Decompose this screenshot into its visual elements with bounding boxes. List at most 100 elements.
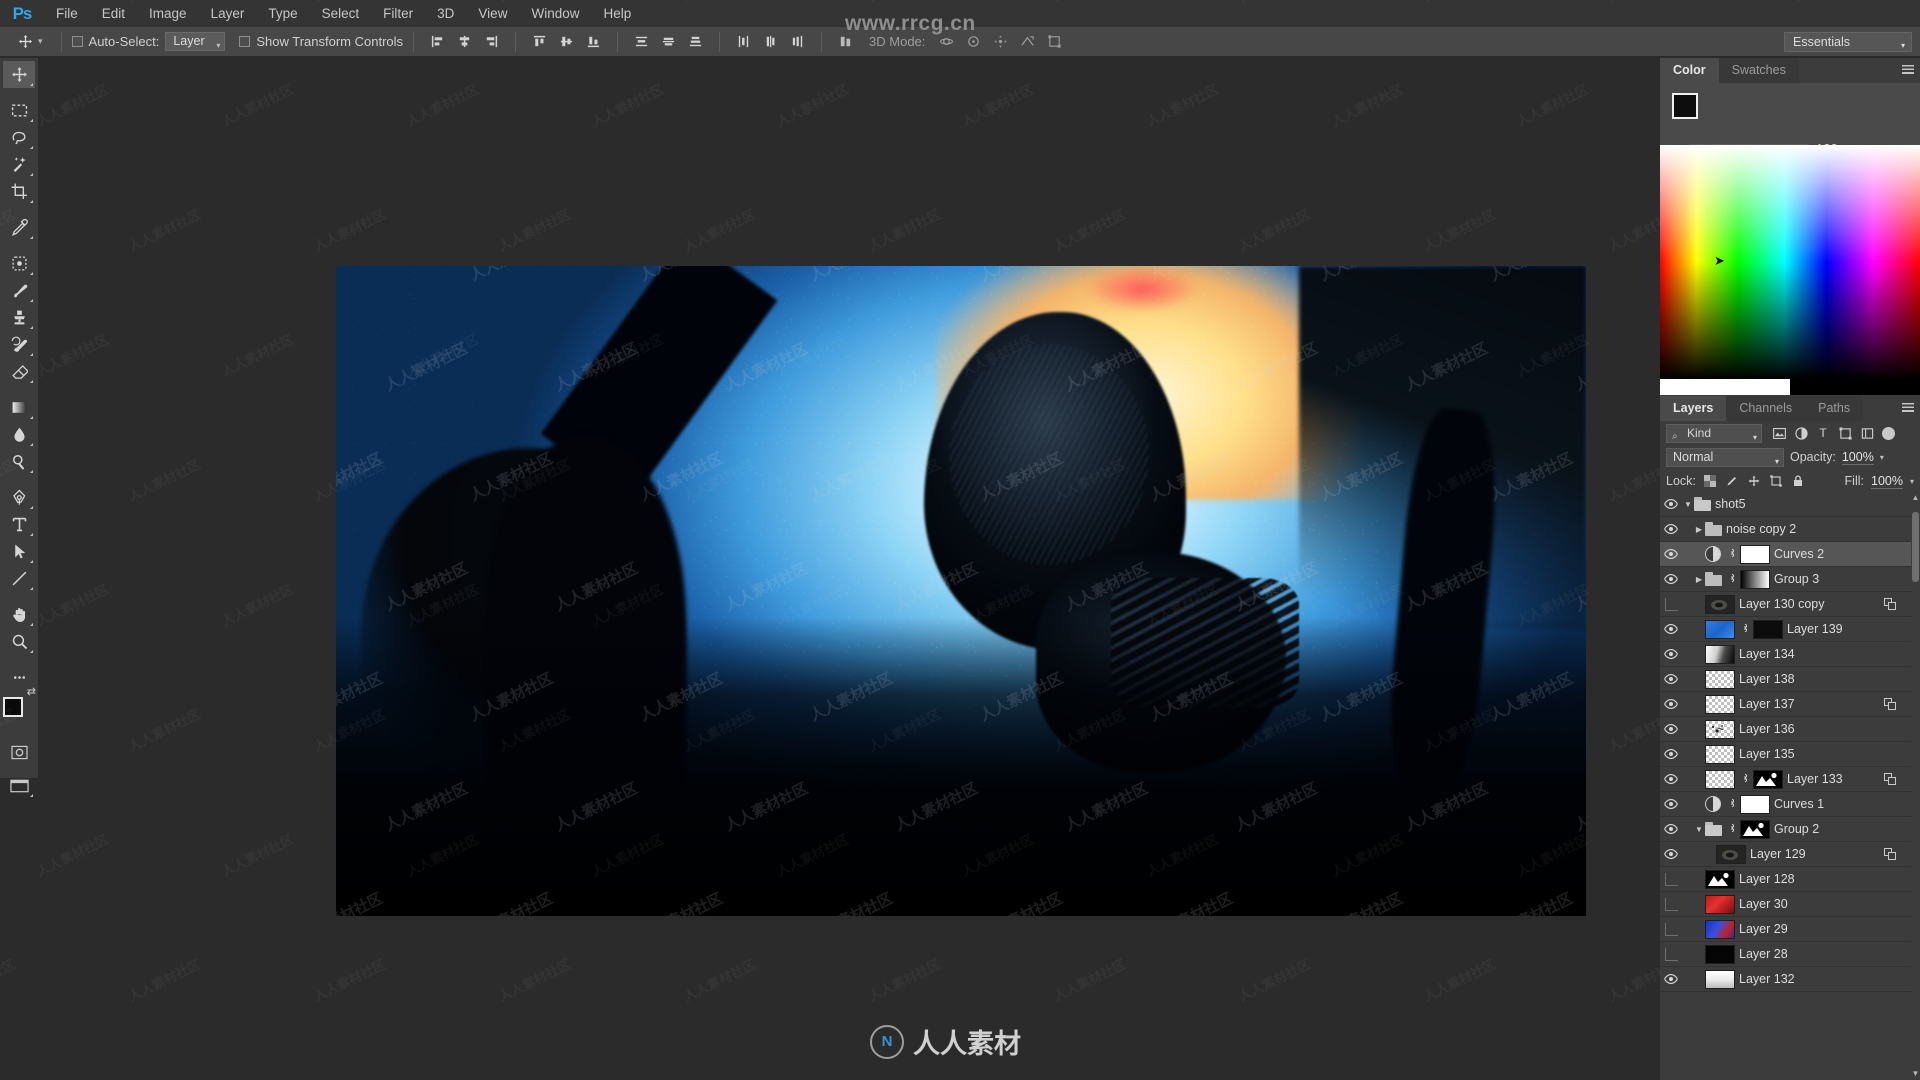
adjustment-layer-icon[interactable] bbox=[1705, 546, 1721, 562]
layer-filter-kind-dropdown[interactable]: ⌕ Kind ▾ bbox=[1666, 423, 1762, 443]
align-bottom-edges-button[interactable] bbox=[583, 31, 604, 52]
color-ramp[interactable]: ➤ bbox=[1660, 145, 1920, 395]
layer-visibility-eye-icon[interactable] bbox=[1660, 817, 1682, 842]
layer-mask-thumbnail[interactable] bbox=[1740, 794, 1770, 814]
menu-item-help[interactable]: Help bbox=[591, 0, 643, 27]
tab-color[interactable]: Color bbox=[1660, 58, 1719, 83]
align-vertical-centers-button[interactable] bbox=[556, 31, 577, 52]
layer-list[interactable]: ▼ shot5 ▶ noise copy 2 Curves 2 ▶ Group 3 Layer… bbox=[1660, 492, 1920, 1080]
layer-name[interactable]: Layer 138 bbox=[1739, 672, 1920, 686]
layer-row[interactable]: Curves 1 bbox=[1660, 792, 1920, 817]
folder-closed-icon[interactable] bbox=[1705, 522, 1722, 536]
layer-name[interactable]: Layer 28 bbox=[1739, 947, 1920, 961]
layer-name[interactable]: Group 3 bbox=[1774, 572, 1920, 586]
eyedropper-tool-icon[interactable] bbox=[3, 214, 35, 241]
layer-row[interactable]: Layer 128 bbox=[1660, 867, 1920, 892]
quick-mask-mode-button[interactable] bbox=[3, 739, 35, 766]
layer-row[interactable]: Layer 135 bbox=[1660, 742, 1920, 767]
tab-swatches[interactable]: Swatches bbox=[1718, 58, 1799, 83]
distribute-bottom-edges-button[interactable] bbox=[685, 31, 706, 52]
layer-visibility-eye-icon[interactable] bbox=[1660, 842, 1682, 867]
mask-link-icon[interactable] bbox=[1726, 797, 1737, 812]
color-panel-menu-icon[interactable] bbox=[1902, 65, 1914, 76]
distribute-right-edges-button[interactable] bbox=[787, 31, 808, 52]
three-d-slide-icon[interactable] bbox=[1017, 31, 1038, 52]
fill-value[interactable]: 100% bbox=[1871, 474, 1903, 489]
layers-panel-menu-icon[interactable] bbox=[1902, 403, 1914, 414]
menu-item-image[interactable]: Image bbox=[137, 0, 199, 27]
workspace-switcher[interactable]: Essentials ▾ bbox=[1784, 32, 1912, 52]
layer-name[interactable]: Layer 29 bbox=[1739, 922, 1920, 936]
color-panel-foreground-swatch[interactable] bbox=[1672, 93, 1698, 119]
group-expanded-chevron-icon[interactable]: ▼ bbox=[1693, 825, 1705, 834]
distribute-left-edges-button[interactable] bbox=[733, 31, 754, 52]
layer-thumbnail[interactable] bbox=[1705, 594, 1735, 614]
align-left-edges-button[interactable] bbox=[427, 31, 448, 52]
layer-row[interactable]: Layer 134 bbox=[1660, 642, 1920, 667]
layer-row[interactable]: ▶ noise copy 2 bbox=[1660, 517, 1920, 542]
menu-item-view[interactable]: View bbox=[466, 0, 519, 27]
layer-thumbnail[interactable] bbox=[1705, 644, 1735, 664]
hand-tool-icon[interactable] bbox=[3, 601, 35, 628]
layer-row[interactable]: Layer 139 bbox=[1660, 617, 1920, 642]
opacity-chevron-icon[interactable]: ▾ bbox=[1880, 453, 1884, 462]
tab-channels[interactable]: Channels bbox=[1726, 396, 1806, 421]
filter-adjustment-layers-icon[interactable] bbox=[1790, 423, 1812, 443]
filter-type-layers-icon[interactable]: T bbox=[1812, 423, 1834, 443]
lock-image-pixels-icon[interactable] bbox=[1725, 474, 1740, 489]
layer-visibility-eye-icon[interactable] bbox=[1660, 492, 1682, 517]
layer-thumbnail[interactable] bbox=[1705, 919, 1735, 939]
layer-row[interactable]: ▶ Group 3 bbox=[1660, 567, 1920, 592]
opacity-value[interactable]: 100% bbox=[1841, 450, 1874, 465]
layer-row[interactable]: Layer 29 bbox=[1660, 917, 1920, 942]
layer-thumbnail[interactable] bbox=[1716, 844, 1746, 864]
pen-tool-icon[interactable] bbox=[3, 484, 35, 511]
layer-row[interactable]: Layer 132 bbox=[1660, 967, 1920, 992]
layer-mask-thumbnail[interactable] bbox=[1740, 819, 1770, 839]
fill-chevron-icon[interactable]: ▾ bbox=[1910, 477, 1914, 486]
distribute-vertical-centers-button[interactable] bbox=[658, 31, 679, 52]
blend-mode-dropdown[interactable]: Normal ▾ bbox=[1666, 447, 1784, 467]
group-expanded-chevron-icon[interactable]: ▼ bbox=[1682, 500, 1694, 509]
layer-name[interactable]: Layer 30 bbox=[1739, 897, 1920, 911]
align-top-edges-button[interactable] bbox=[529, 31, 550, 52]
layer-visibility-eye-icon[interactable] bbox=[1660, 617, 1682, 642]
tab-layers[interactable]: Layers bbox=[1660, 396, 1727, 421]
lasso-tool-icon[interactable] bbox=[3, 124, 35, 151]
align-horizontal-centers-button[interactable] bbox=[454, 31, 475, 52]
ramp-black-swatch[interactable] bbox=[1790, 379, 1920, 395]
mask-link-icon[interactable] bbox=[1726, 547, 1737, 562]
lock-all-icon[interactable] bbox=[1791, 474, 1806, 489]
layer-visibility-off-icon[interactable] bbox=[1660, 867, 1682, 892]
layer-mask-thumbnail[interactable] bbox=[1740, 569, 1770, 589]
menu-item-filter[interactable]: Filter bbox=[371, 0, 425, 27]
layer-row[interactable]: Layer 28 bbox=[1660, 942, 1920, 967]
layer-visibility-eye-icon[interactable] bbox=[1660, 542, 1682, 567]
menu-item-edit[interactable]: Edit bbox=[90, 0, 137, 27]
color-spectrum[interactable] bbox=[1660, 145, 1920, 379]
spot-healing-brush-tool-icon[interactable] bbox=[3, 250, 35, 277]
folder-closed-icon[interactable] bbox=[1705, 572, 1722, 586]
align-right-edges-button[interactable] bbox=[481, 31, 502, 52]
foreground-background-color[interactable]: ⇄ bbox=[2, 686, 36, 729]
mask-link-icon[interactable] bbox=[1739, 772, 1750, 787]
layer-row[interactable]: ▼ shot5 bbox=[1660, 492, 1920, 517]
brush-tool-icon[interactable] bbox=[3, 277, 35, 304]
color-ramp-footer[interactable] bbox=[1660, 379, 1920, 395]
layer-thumbnail[interactable] bbox=[1705, 669, 1735, 689]
filter-enable-toggle[interactable] bbox=[1882, 426, 1895, 440]
layer-name[interactable]: Group 2 bbox=[1774, 822, 1920, 836]
layer-name[interactable]: Curves 1 bbox=[1774, 797, 1920, 811]
mask-link-icon[interactable] bbox=[1726, 822, 1737, 837]
ramp-white-swatch[interactable] bbox=[1660, 379, 1790, 395]
layer-name[interactable]: shot5 bbox=[1715, 497, 1920, 511]
blur-tool-icon[interactable] bbox=[3, 421, 35, 448]
layer-mask-thumbnail[interactable] bbox=[1740, 544, 1770, 564]
layer-thumbnail[interactable] bbox=[1705, 969, 1735, 989]
layer-row[interactable]: Curves 2 bbox=[1660, 542, 1920, 567]
layer-visibility-off-icon[interactable] bbox=[1660, 917, 1682, 942]
layer-row[interactable]: Layer 138 bbox=[1660, 667, 1920, 692]
distribute-horizontal-centers-button[interactable] bbox=[760, 31, 781, 52]
tool-preset-chevron-icon[interactable]: ▾ bbox=[38, 36, 43, 47]
scroll-down-icon[interactable]: ▼ bbox=[1911, 1068, 1920, 1080]
